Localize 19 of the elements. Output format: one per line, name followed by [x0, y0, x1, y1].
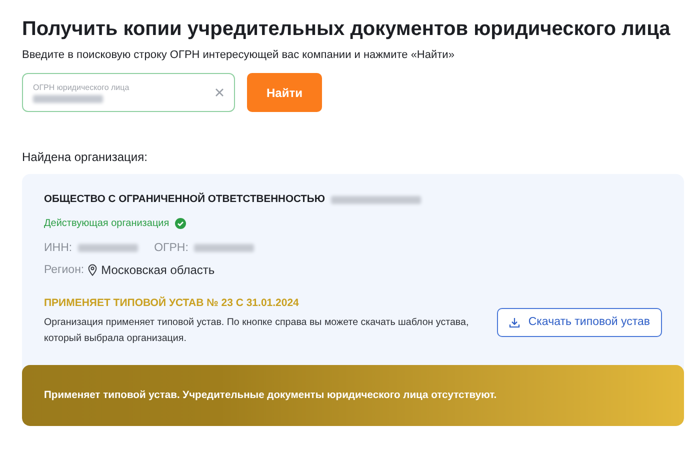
- charter-heading: ПРИМЕНЯЕТ ТИПОВОЙ УСТАВ № 23 С 31.01.2024: [44, 297, 300, 309]
- find-button[interactable]: Найти: [247, 73, 322, 112]
- status-banner: Применяет типовой устав. Учредительные документы юридического лица отсутствуют.: [22, 365, 684, 426]
- region-label: Регион:: [44, 264, 84, 276]
- instruction-text: Введите в поисковую строку ОГРН интересующей вас компании и нажмите «Найти»: [22, 49, 456, 61]
- found-label: Найдена организация:: [22, 150, 148, 164]
- ogrn-field[interactable]: ОГРН юридического лица: [22, 73, 235, 112]
- field-label: ОГРН юридического лица: [33, 82, 130, 92]
- clear-icon[interactable]: [215, 88, 224, 97]
- field-label: ОГРН:: [154, 242, 188, 254]
- status-text: Действующая организация: [44, 218, 170, 229]
- charter-text: Организация применяет типовой устав. По кнопке справа вы можете скачать шаблон устава, который выбрала организация.: [44, 316, 470, 346]
- region-value: Московская область: [101, 263, 215, 277]
- field-label: ИНН:: [44, 242, 72, 254]
- download-button[interactable]: Скачать типовой устав: [497, 308, 662, 336]
- organization-name: ОБЩЕСТВО С ОГРАНИЧЕННОЙ ОТВЕТСТВЕННОСТЬЮ: [44, 194, 325, 205]
- location-pin-icon: [88, 264, 98, 276]
- page-title: Получить копии учредительных документов юридического лица: [22, 18, 672, 41]
- download-icon: [509, 316, 520, 328]
